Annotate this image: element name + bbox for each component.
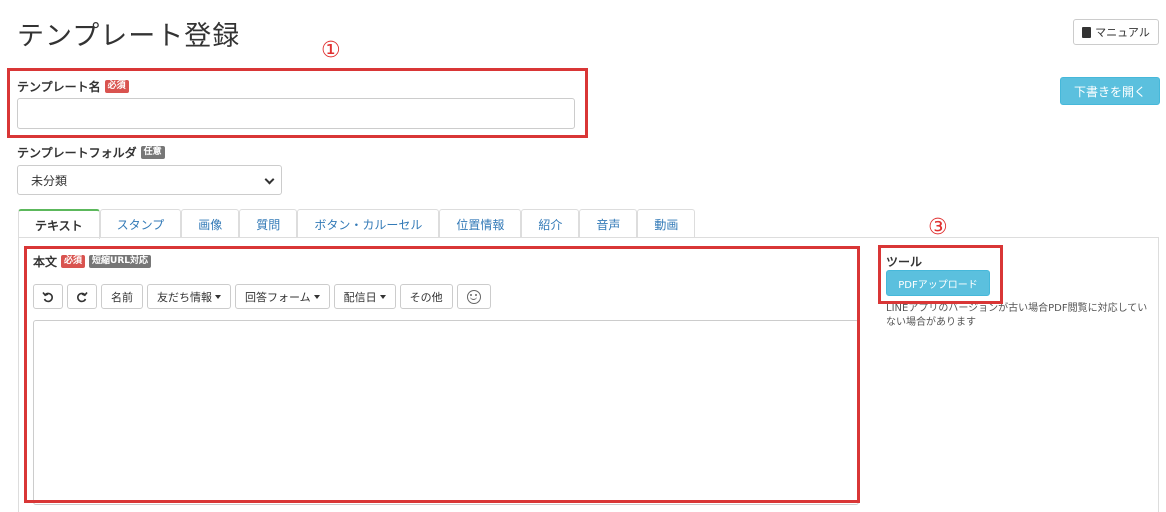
template-name-input[interactable] [17,98,575,129]
annotation-box-3 [878,245,1003,304]
tab-video[interactable]: 動画 [637,209,696,238]
manual-button-label: マニュアル [1095,26,1150,39]
message-type-tabs: テキスト スタンプ 画像 質問 ボタン・カルーセル 位置情報 紹介 音声 動画 [18,209,696,239]
pdf-compat-note: LINEアプリのバージョンが古い場合PDF閲覧に対応していない場合があります [886,303,1148,328]
template-folder-label: テンプレートフォルダ 任意 [17,144,165,161]
tab-text[interactable]: テキスト [18,209,100,239]
tab-button-carousel[interactable]: ボタン・カルーセル [297,209,440,238]
required-badge: 必須 [104,80,129,93]
manual-button[interactable]: マニュアル [1073,19,1159,45]
template-name-label: テンプレート名 必須 [17,78,129,95]
annotation-box-2 [24,246,860,503]
tab-introduction[interactable]: 紹介 [521,209,580,238]
template-folder-select[interactable]: 未分類 [17,165,282,195]
chevron-down-icon [264,174,275,185]
optional-badge: 任意 [140,146,165,159]
tab-question[interactable]: 質問 [239,209,298,238]
open-draft-button[interactable]: 下書きを開く [1060,77,1160,105]
template-folder-selected: 未分類 [31,173,68,188]
annotation-1: ① [321,38,341,63]
tab-audio[interactable]: 音声 [579,209,638,238]
tab-image[interactable]: 画像 [181,209,240,238]
tab-location[interactable]: 位置情報 [439,209,522,238]
page-title: テンプレート登録 [17,21,241,52]
book-icon [1082,26,1092,38]
tab-stamp[interactable]: スタンプ [99,209,182,238]
